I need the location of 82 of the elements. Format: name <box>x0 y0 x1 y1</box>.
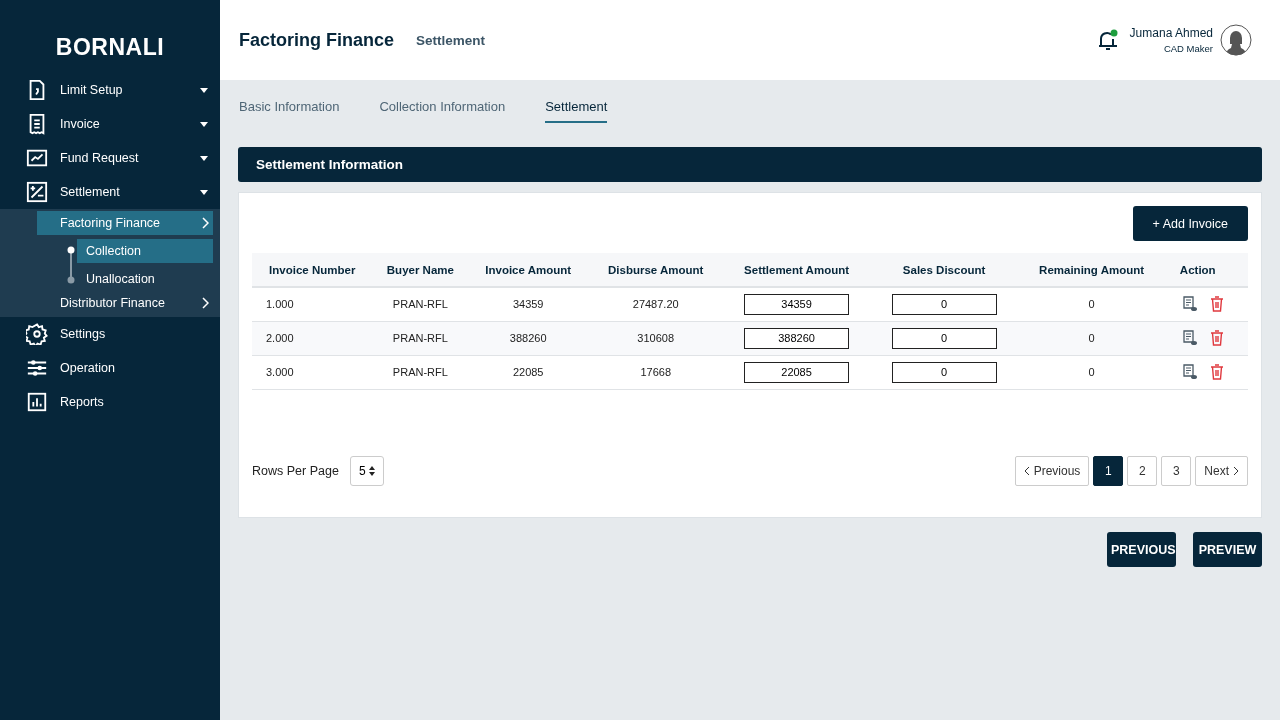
table-cell: 0 <box>1018 321 1166 355</box>
bar-chart-icon <box>26 391 48 413</box>
column-header: Settlement Amount <box>723 253 871 287</box>
chevron-right-icon <box>202 297 209 309</box>
table-cell: 17668 <box>589 355 724 389</box>
column-header: Invoice Number <box>252 253 374 287</box>
timeline-connector-icon <box>67 246 75 284</box>
table-cell: 22085 <box>468 355 590 389</box>
sidebar-item[interactable]: Reports <box>0 385 220 419</box>
table-cell: 1.000 <box>252 287 374 321</box>
sidebar-item[interactable]: Operation <box>0 351 220 385</box>
document-view-icon[interactable] <box>1181 364 1198 380</box>
submenu-item[interactable]: Factoring Finance <box>37 211 213 235</box>
amount-input[interactable]: 34359 <box>744 293 850 315</box>
column-header: Buyer Name <box>373 253 469 287</box>
page-button[interactable]: 3 <box>1161 456 1192 486</box>
rows-per-page-select[interactable]: 5 <box>349 456 384 486</box>
chart-icon <box>26 147 48 169</box>
sidebar-item[interactable]: Fund Request <box>0 141 220 175</box>
sidebar-item[interactable]: Limit Setup <box>0 73 220 107</box>
table-cell: 3.000 <box>252 355 374 389</box>
column-header: Sales Discount <box>870 253 1019 287</box>
footer-button[interactable]: PREVIOUS <box>1107 532 1176 567</box>
trash-icon[interactable] <box>1209 364 1224 380</box>
rows-per-page-label: Rows Per Page <box>252 464 339 478</box>
table-cell: PRAN-RFL <box>373 321 469 355</box>
column-header: Remaining Amount <box>1018 253 1166 287</box>
sidebar-item[interactable]: Settings <box>0 317 220 351</box>
amount-input[interactable]: 388260 <box>744 327 850 349</box>
document-view-icon[interactable] <box>1181 296 1198 313</box>
page-subtitle: Settlement <box>416 32 487 48</box>
table-cell: 2.000 <box>252 321 374 355</box>
tab[interactable]: Collection Information <box>379 99 506 123</box>
chevron-right-icon <box>1233 466 1239 476</box>
submenu-item[interactable]: Collection <box>77 239 213 263</box>
column-header: Disburse Amount <box>589 253 724 287</box>
document-view-icon[interactable] <box>1181 330 1198 346</box>
footer-button[interactable]: PREVIEW <box>1193 532 1262 567</box>
next-page-button[interactable]: Next <box>1195 456 1248 486</box>
sidebar-item[interactable]: Invoice <box>0 107 220 141</box>
sort-arrows-icon <box>368 466 375 476</box>
chevron-right-icon <box>202 217 209 229</box>
table-cell: 0 <box>1018 355 1166 389</box>
caret-icon <box>200 189 208 195</box>
table-cell: 388260 <box>468 321 590 355</box>
table-cell: PRAN-RFL <box>373 355 469 389</box>
sidebar-item[interactable]: Settlement <box>0 175 220 209</box>
page-button[interactable]: 1 <box>1093 456 1124 486</box>
column-header: Invoice Amount <box>468 253 590 287</box>
amount-input[interactable]: 0 <box>891 361 997 383</box>
page-button[interactable]: 2 <box>1127 456 1158 486</box>
settings-icon <box>26 323 48 345</box>
amount-input[interactable]: 0 <box>891 327 997 349</box>
trash-icon[interactable] <box>1209 330 1224 346</box>
page-title: Factoring Finance <box>239 29 395 51</box>
submenu-item[interactable]: Distributor Finance <box>37 291 213 315</box>
user-role: CAD Maker <box>1163 43 1213 54</box>
amount-input[interactable]: 0 <box>891 293 997 315</box>
table-cell: 310608 <box>589 321 724 355</box>
bell-icon[interactable] <box>1096 29 1119 51</box>
percent-icon <box>26 181 48 203</box>
previous-page-button[interactable]: Previous <box>1014 456 1090 486</box>
amount-input[interactable]: 22085 <box>744 361 850 383</box>
brand-logo: BORNALI <box>54 33 166 62</box>
caret-icon <box>200 121 208 127</box>
submenu-item[interactable]: Unallocation <box>77 267 213 291</box>
user-name: Jumana Ahmed <box>1129 26 1213 40</box>
column-header: Action <box>1165 253 1248 287</box>
tab[interactable]: Basic Information <box>239 99 340 123</box>
chevron-left-icon <box>1023 466 1030 476</box>
add-invoice-button[interactable]: + Add Invoice <box>1132 206 1248 241</box>
section-header: Settlement Information <box>238 147 1262 182</box>
caret-icon <box>200 155 208 161</box>
table-cell: 34359 <box>468 287 590 321</box>
caret-icon <box>200 87 208 93</box>
table-cell: 27487.20 <box>589 287 724 321</box>
tab[interactable]: Settlement <box>545 99 608 123</box>
table-cell: PRAN-RFL <box>373 287 469 321</box>
avatar-icon[interactable] <box>1220 24 1252 56</box>
table-cell: 0 <box>1018 287 1166 321</box>
trash-icon[interactable] <box>1209 296 1224 313</box>
sliders-icon <box>26 357 48 379</box>
